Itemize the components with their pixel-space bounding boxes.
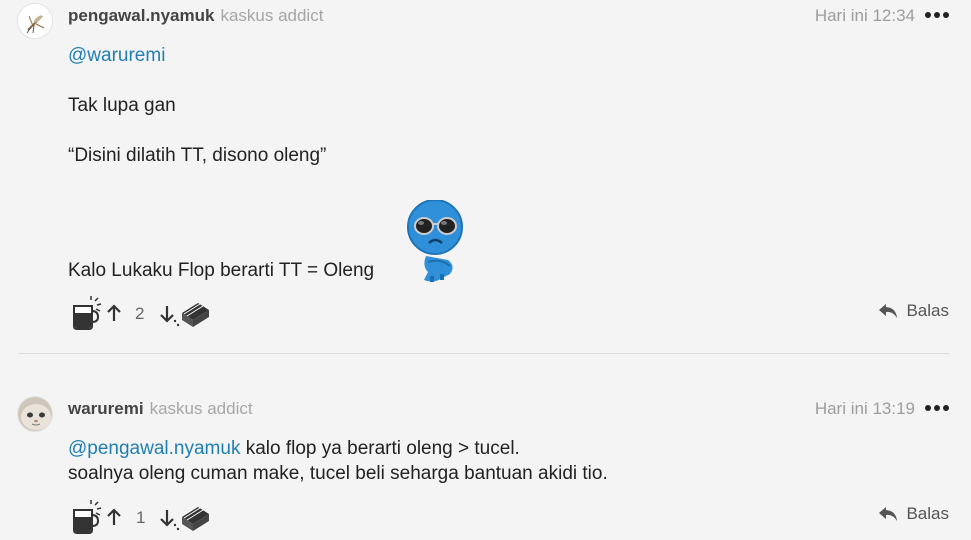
more-dots-icon[interactable] [925, 404, 949, 412]
hot-cup-icon[interactable] [72, 500, 102, 534]
reply-arrow-icon [879, 507, 898, 521]
reply-label: Balas [906, 504, 949, 523]
mosquito-icon [18, 4, 52, 38]
user-avatar[interactable] [17, 3, 53, 39]
post-actions: 2 [72, 296, 242, 330]
post-2: waruremi kaskus addict Hari ini 13:19 @pe… [0, 354, 971, 540]
brick-icon[interactable] [172, 503, 212, 533]
vote-count: 2 [135, 304, 145, 323]
cat-face-icon [18, 397, 52, 431]
hot-cup-icon[interactable] [72, 296, 102, 330]
post-actions: 1 [72, 500, 242, 534]
reply-label: Balas [906, 301, 949, 320]
post-header: pengawal.nyamuk kaskus addict [68, 6, 323, 26]
post-1: pengawal.nyamuk kaskus addict Hari ini 12… [0, 0, 971, 353]
reply-button[interactable]: Balas [878, 504, 949, 524]
username[interactable]: pengawal.nyamuk [68, 6, 214, 25]
post-header: waruremi kaskus addict [68, 399, 253, 419]
user-rank: kaskus addict [149, 399, 253, 418]
post-text-line: soalnya oleng cuman make, tucel beli seh… [68, 463, 608, 484]
vote-count: 1 [136, 508, 146, 527]
reply-button[interactable]: Balas [878, 301, 949, 321]
mention-link[interactable]: @pengawal.nyamuk [68, 438, 240, 459]
user-rank: kaskus addict [220, 6, 324, 25]
more-dots-icon[interactable] [925, 11, 949, 19]
user-avatar[interactable] [17, 396, 53, 432]
post-text-line: @pengawal.nyamuk kalo flop ya berarti ol… [68, 438, 520, 460]
post-text-line: Tak lupa gan [68, 95, 176, 116]
arrow-up-icon[interactable] [106, 304, 122, 322]
post-time: Hari ini 12:34 [814, 6, 915, 25]
post-text-inline: kalo flop ya berarti oleng > tucel. [240, 438, 520, 459]
brick-icon[interactable] [172, 299, 212, 329]
arrow-up-icon[interactable] [106, 508, 122, 526]
sunglasses-blue-emoticon [404, 199, 466, 286]
username[interactable]: waruremi [68, 399, 144, 418]
post-text-line: Kalo Lukaku Flop berarti TT = Oleng [68, 260, 375, 281]
post-time: Hari ini 13:19 [814, 399, 915, 418]
mention-link[interactable]: @waruremi [68, 45, 165, 67]
post-text-line: “Disini dilatih TT, disono oleng” [68, 145, 327, 166]
reply-arrow-icon [879, 304, 898, 318]
